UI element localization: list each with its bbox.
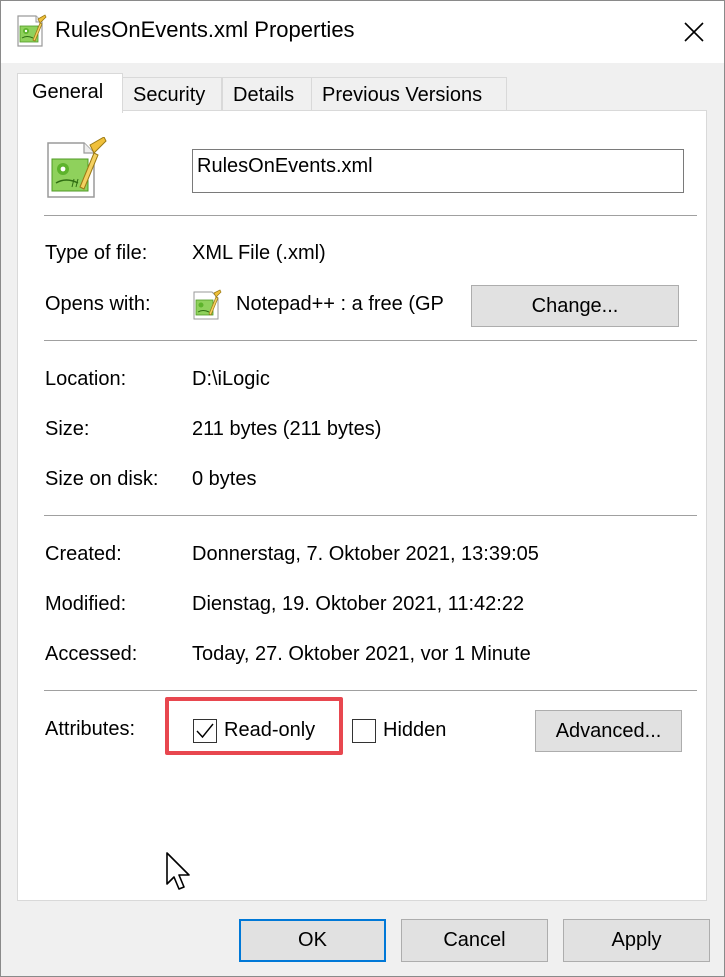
read-only-highlight-box: [165, 697, 343, 755]
tab-security[interactable]: Security: [122, 77, 222, 111]
hidden-label[interactable]: Hidden: [383, 719, 446, 742]
notepadpp-file-icon: [47, 137, 107, 198]
location-value: D:\iLogic: [192, 368, 270, 390]
tab-details[interactable]: Details: [222, 77, 312, 111]
properties-window: RulesOnEvents.xml Properties General Sec…: [0, 0, 725, 977]
opens-with-value: Notepad++ : a free (GP: [236, 293, 444, 315]
separator: [44, 340, 697, 341]
notepadpp-file-icon: [17, 14, 47, 47]
change-button[interactable]: Change...: [471, 285, 679, 327]
type-of-file-label: Type of file:: [45, 242, 148, 264]
tab-previous-versions[interactable]: Previous Versions: [311, 77, 507, 111]
type-of-file-value: XML File (.xml): [192, 242, 326, 264]
size-on-disk-value: 0 bytes: [192, 468, 257, 490]
general-tab-panel: RulesOnEvents.xml Type of file: XML File…: [17, 110, 707, 901]
title-bar[interactable]: RulesOnEvents.xml Properties: [1, 1, 724, 63]
attributes-label: Attributes:: [45, 718, 136, 740]
advanced-button[interactable]: Advanced...: [535, 710, 682, 752]
size-on-disk-label: Size on disk:: [45, 468, 159, 490]
window-title: RulesOnEvents.xml Properties: [55, 17, 355, 42]
size-value: 211 bytes (211 bytes): [192, 418, 382, 440]
separator: [44, 690, 697, 691]
accessed-label: Accessed:: [45, 643, 138, 665]
location-label: Location:: [45, 368, 127, 390]
ok-button[interactable]: OK: [239, 919, 386, 962]
opens-with-label: Opens with:: [45, 293, 151, 315]
separator: [44, 215, 697, 216]
size-label: Size:: [45, 418, 90, 440]
created-label: Created:: [45, 543, 122, 565]
accessed-value: Today, 27. Oktober 2021, vor 1 Minute: [192, 643, 531, 665]
close-icon: [684, 22, 704, 42]
modified-value: Dienstag, 19. Oktober 2021, 11:42:22: [192, 593, 525, 615]
mouse-pointer-icon: [166, 852, 190, 890]
separator: [44, 515, 697, 516]
modified-label: Modified:: [45, 593, 127, 615]
close-button[interactable]: [664, 1, 724, 63]
hidden-checkbox[interactable]: [352, 719, 376, 743]
created-value: Donnerstag, 7. Oktober 2021, 13:39:05: [192, 543, 539, 565]
file-name-input[interactable]: RulesOnEvents.xml: [192, 149, 684, 193]
apply-button[interactable]: Apply: [563, 919, 710, 962]
notepadpp-app-icon: [193, 289, 222, 320]
cancel-button[interactable]: Cancel: [401, 919, 548, 962]
tab-general[interactable]: General: [17, 73, 123, 113]
